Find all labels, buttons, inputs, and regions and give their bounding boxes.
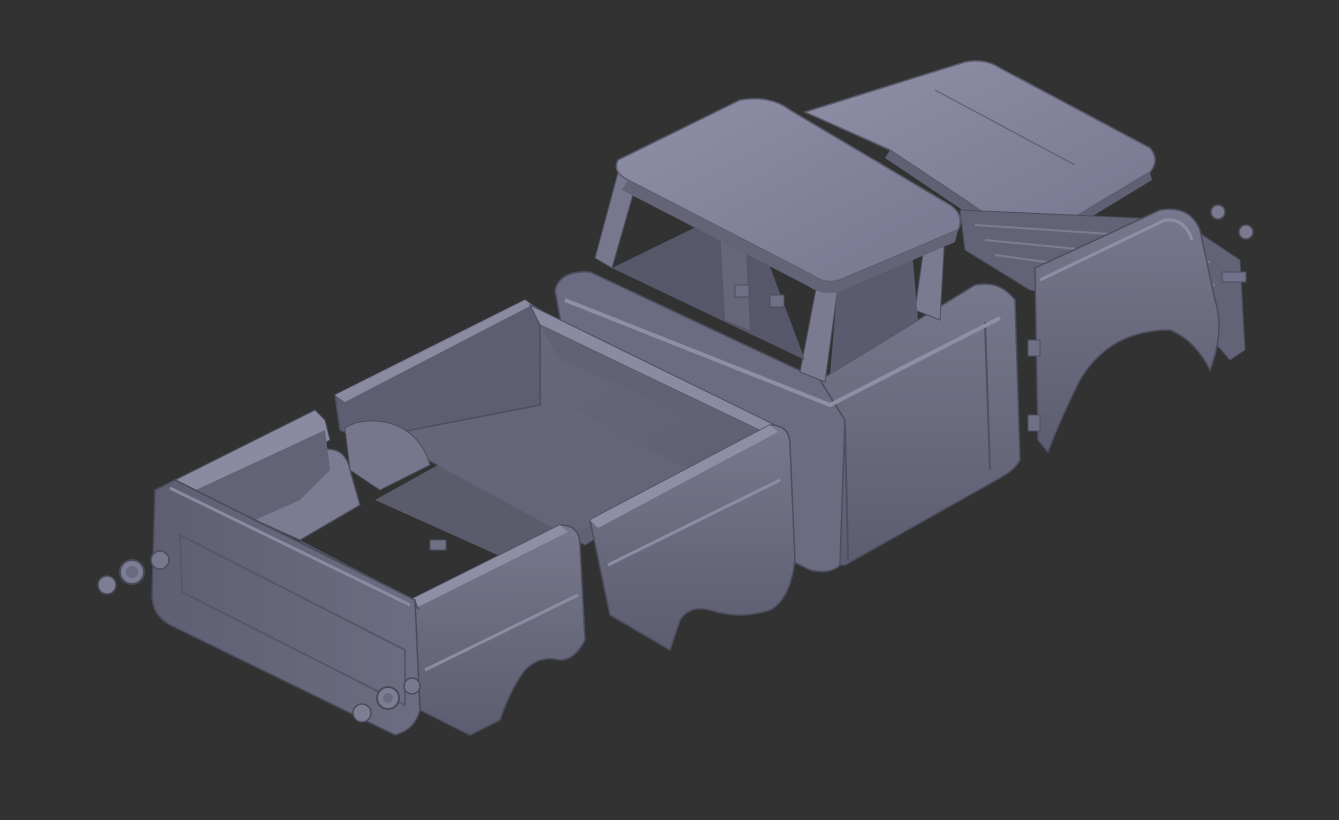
truck-model-render — [97, 60, 1254, 736]
3d-viewport[interactable] — [0, 0, 1339, 820]
